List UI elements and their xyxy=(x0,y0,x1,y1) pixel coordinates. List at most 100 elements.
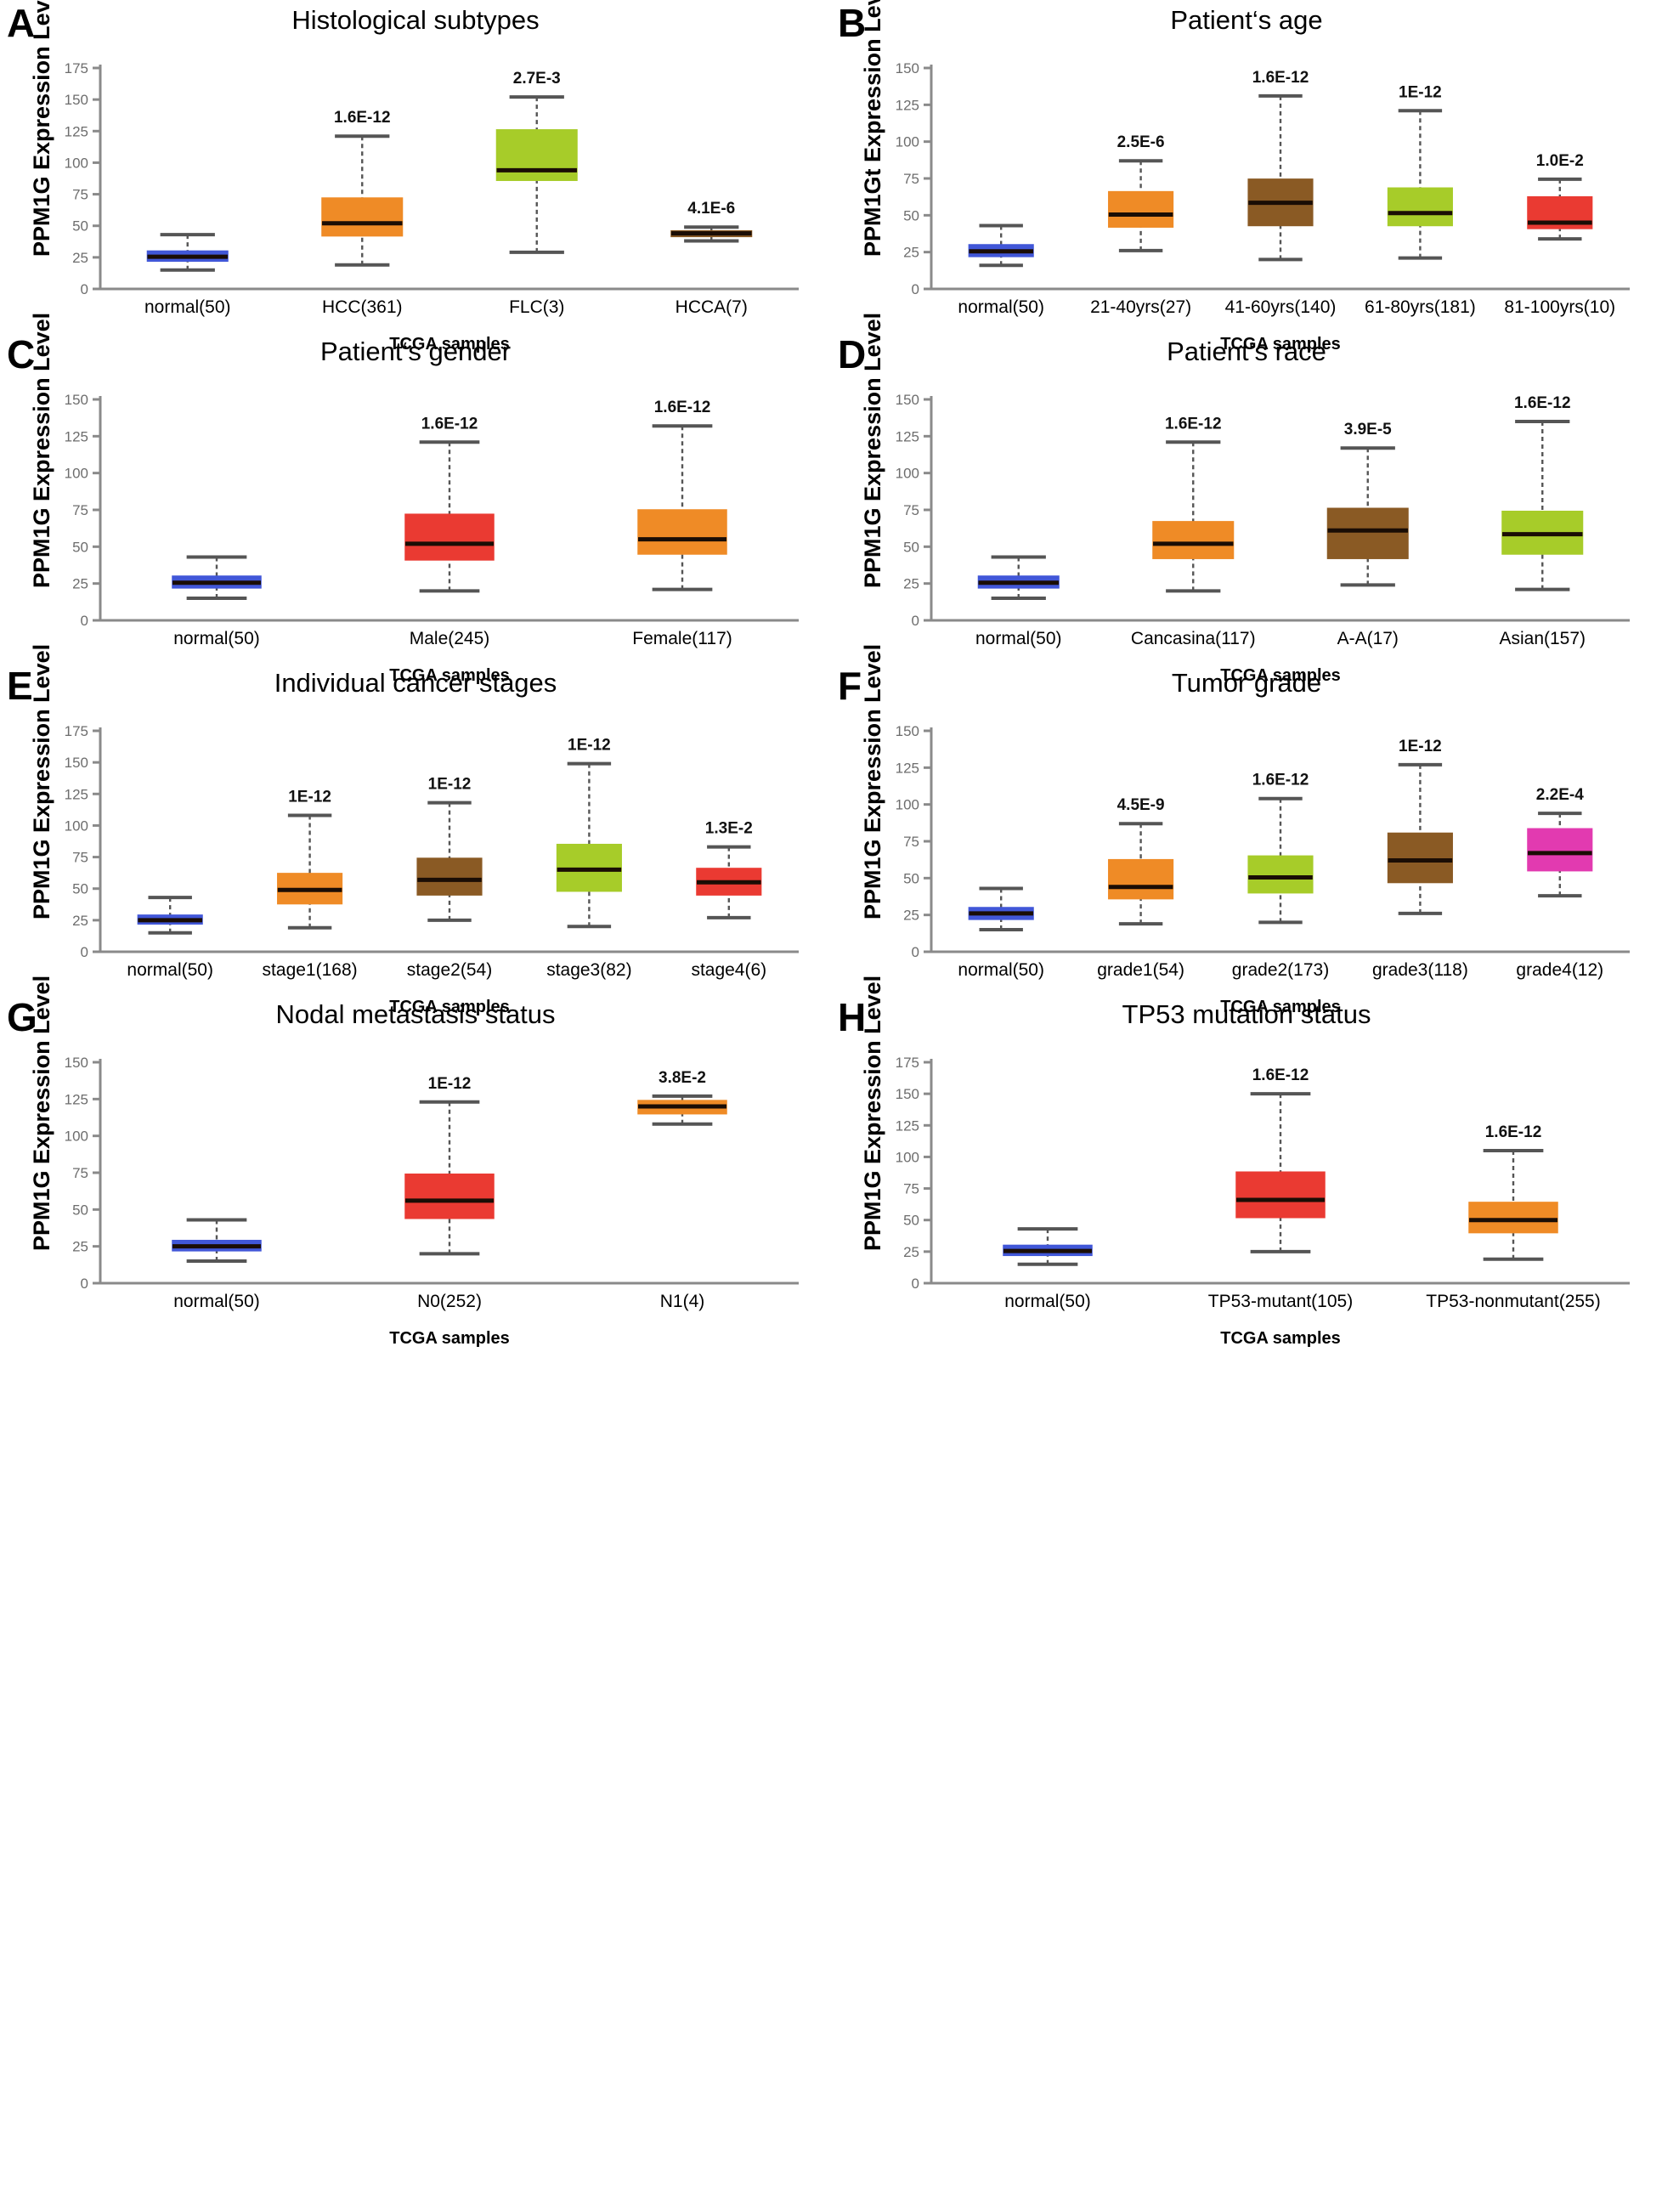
svg-text:150: 150 xyxy=(896,392,919,408)
svg-text:25: 25 xyxy=(72,576,88,592)
svg-text:0: 0 xyxy=(912,1276,919,1292)
svg-text:50: 50 xyxy=(903,207,919,223)
svg-text:25: 25 xyxy=(72,1239,88,1255)
x-axis-label: TCGA samples xyxy=(389,1329,510,1348)
box-group: 1E-12 xyxy=(277,789,343,930)
category-label: TP53-mutant(105) xyxy=(1207,1292,1354,1311)
svg-text:125: 125 xyxy=(896,760,919,776)
svg-text:175: 175 xyxy=(65,60,88,76)
svg-text:75: 75 xyxy=(72,187,88,203)
category-label: normal(50) xyxy=(958,297,1044,317)
category-label: stage4(6) xyxy=(691,960,767,980)
svg-text:100: 100 xyxy=(65,155,88,171)
svg-text:0: 0 xyxy=(81,613,88,629)
box-group xyxy=(968,886,1034,931)
p-value-annotation: 1.6E-12 xyxy=(1514,394,1571,412)
svg-text:50: 50 xyxy=(903,870,919,886)
svg-text:100: 100 xyxy=(896,466,919,482)
panel-f: F Tumor grade PPM1G Expression Level 0 25 50 7… xyxy=(831,644,1662,1016)
panel-g: G Nodal metastasis status PPM1G Expression… xyxy=(0,976,831,1348)
box-group: 1.6E-12 xyxy=(321,109,404,267)
svg-text:25: 25 xyxy=(903,1244,919,1260)
p-value-annotation: 1.6E-12 xyxy=(654,399,711,416)
svg-text:150: 150 xyxy=(896,1086,919,1102)
p-value-annotation: 3.8E-2 xyxy=(659,1069,706,1087)
box-group: 3.9E-5 xyxy=(1326,421,1409,587)
p-value-annotation: 1.0E-2 xyxy=(1536,152,1584,170)
svg-text:125: 125 xyxy=(65,428,88,444)
svg-text:100: 100 xyxy=(896,134,919,150)
category-label: grade1(54) xyxy=(1097,960,1184,980)
box-group: 1.6E-12 xyxy=(404,415,495,593)
p-value-annotation: 1.6E-12 xyxy=(1165,415,1222,433)
svg-text:50: 50 xyxy=(903,1213,919,1229)
panel-a: A Histological subtypes PPM1G Expression L… xyxy=(0,0,831,354)
svg-text:50: 50 xyxy=(903,539,919,555)
box-group xyxy=(977,555,1060,600)
p-value-annotation: 1E-12 xyxy=(428,776,472,794)
svg-text:0: 0 xyxy=(81,944,88,960)
category-label: 21-40yrs(27) xyxy=(1090,297,1192,317)
box-group: 1E-12 xyxy=(404,1075,495,1256)
box-group: 2.5E-6 xyxy=(1108,133,1174,252)
box-group: 4.1E-6 xyxy=(670,200,753,243)
box-group xyxy=(1003,1227,1093,1266)
panel-c: C Patient‘s gender PPM1G Expression Level 0… xyxy=(0,313,831,685)
category-label: Female(117) xyxy=(632,629,732,648)
category-label: Cancasina(117) xyxy=(1130,629,1256,648)
svg-text:75: 75 xyxy=(72,502,88,518)
svg-text:75: 75 xyxy=(903,1181,919,1197)
category-label: TP53-nonmutant(255) xyxy=(1426,1292,1601,1311)
category-label: 61-80yrs(181) xyxy=(1365,297,1476,317)
svg-text:25: 25 xyxy=(72,250,88,266)
p-value-annotation: 1E-12 xyxy=(1399,83,1442,101)
svg-text:0: 0 xyxy=(912,281,919,297)
box-group: 1.6E-12 xyxy=(1247,69,1314,262)
box-group: 4.5E-9 xyxy=(1108,796,1174,926)
svg-text:125: 125 xyxy=(65,786,88,802)
category-label: normal(50) xyxy=(173,629,260,648)
box-group: 1.6E-12 xyxy=(1501,394,1584,591)
boxplot-canvas: 0 25 50 75 100 125 150 175 1.6E-12 1.6E-12 xyxy=(896,1055,1630,1292)
p-value-annotation: 2.5E-6 xyxy=(1117,133,1165,151)
box-group: 1.0E-2 xyxy=(1527,152,1593,241)
box-group xyxy=(172,555,262,600)
p-value-annotation: 1.6E-12 xyxy=(421,415,478,433)
category-label: stage3(82) xyxy=(546,960,632,980)
category-label: stage2(54) xyxy=(406,960,493,980)
category-label: normal(50) xyxy=(127,960,213,980)
p-value-annotation: 4.1E-6 xyxy=(687,200,735,218)
svg-text:75: 75 xyxy=(72,850,88,866)
p-value-annotation: 1.6E-12 xyxy=(334,109,391,127)
svg-text:125: 125 xyxy=(65,1091,88,1107)
p-value-annotation: 1E-12 xyxy=(288,789,331,806)
p-value-annotation: 1.6E-12 xyxy=(1252,69,1309,87)
category-label: grade3(118) xyxy=(1371,960,1468,980)
panel-b: B Patient‘s age PPM1Gt Expression Level 0 25… xyxy=(831,0,1662,354)
box-group: 1.6E-12 xyxy=(1235,1066,1326,1253)
box-group: 1E-12 xyxy=(1387,83,1453,260)
category-label: normal(50) xyxy=(1004,1292,1091,1311)
box-group: 1E-12 xyxy=(1387,738,1453,915)
svg-text:25: 25 xyxy=(72,913,88,929)
svg-text:50: 50 xyxy=(72,218,88,235)
category-label: normal(50) xyxy=(975,629,1062,648)
svg-text:100: 100 xyxy=(65,466,88,482)
box-group: 1.6E-12 xyxy=(1152,415,1235,593)
svg-text:50: 50 xyxy=(72,881,88,897)
p-value-annotation: 3.9E-5 xyxy=(1344,421,1392,438)
svg-text:100: 100 xyxy=(65,817,88,834)
svg-text:50: 50 xyxy=(72,539,88,555)
svg-text:100: 100 xyxy=(896,1149,919,1165)
svg-text:125: 125 xyxy=(896,1117,919,1134)
svg-text:150: 150 xyxy=(65,755,88,771)
category-label: 81-100yrs(10) xyxy=(1504,297,1616,317)
box-group: 3.8E-2 xyxy=(637,1069,727,1126)
boxplot-canvas: 0 25 50 75 100 125 150 1E-12 3.8E-2 xyxy=(65,1055,799,1292)
p-value-annotation: 1.6E-12 xyxy=(1485,1123,1542,1141)
svg-text:125: 125 xyxy=(65,123,88,139)
svg-text:25: 25 xyxy=(903,576,919,592)
figure-root: A Histological subtypes PPM1G Expression L… xyxy=(0,0,1662,1989)
p-value-annotation: 2.2E-4 xyxy=(1536,786,1584,804)
category-label: N1(4) xyxy=(659,1292,705,1311)
